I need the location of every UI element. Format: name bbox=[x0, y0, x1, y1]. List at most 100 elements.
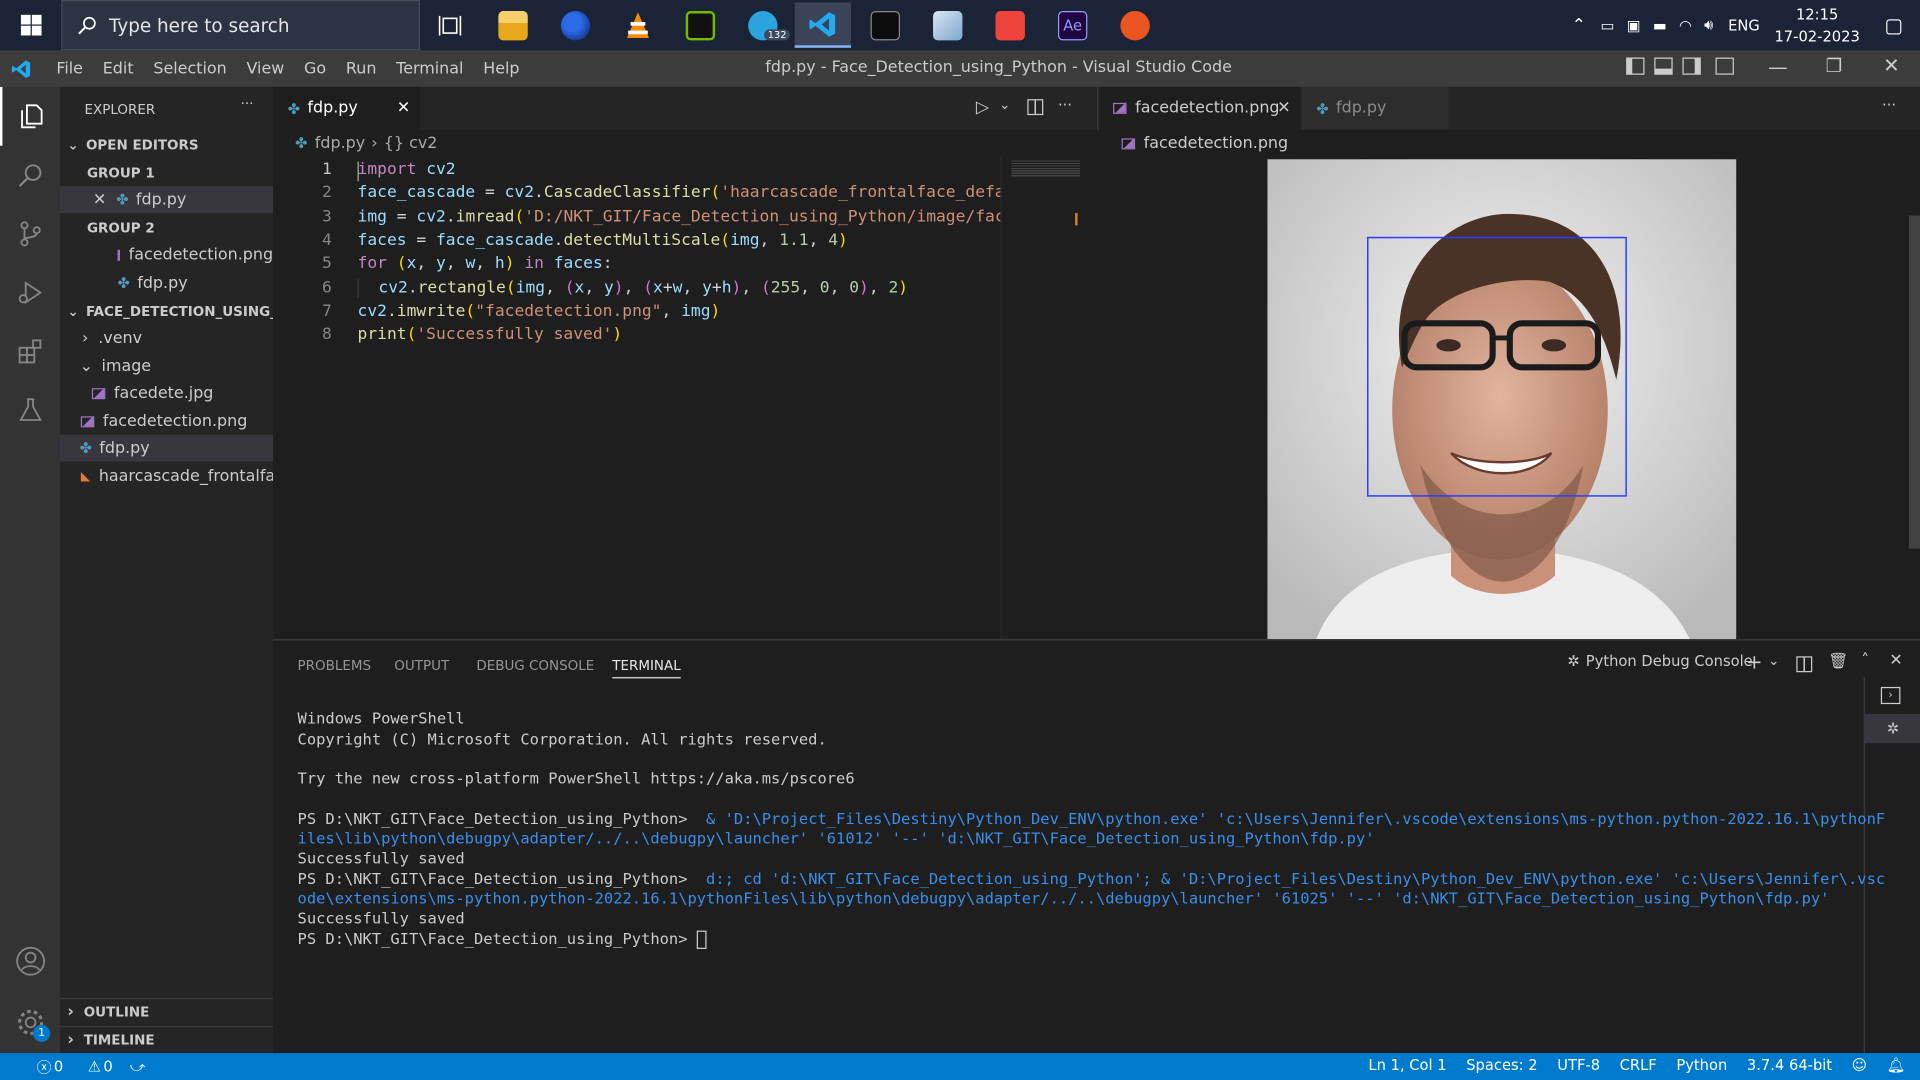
run-python-file-icon[interactable]: ▷ bbox=[976, 98, 989, 118]
menu-go[interactable]: Go bbox=[297, 59, 334, 77]
more-actions-icon[interactable]: ··· bbox=[241, 96, 254, 112]
taskbar-nvidia[interactable] bbox=[672, 2, 728, 47]
menu-file[interactable]: File bbox=[49, 59, 90, 77]
close-panel-icon[interactable]: ✕ bbox=[1889, 651, 1902, 669]
customize-layout-icon[interactable] bbox=[1715, 57, 1734, 75]
run-debug-button[interactable] bbox=[0, 263, 60, 322]
breadcrumb-symbol[interactable]: {} cv2 bbox=[384, 134, 438, 152]
timeline-section[interactable]: › TIMELINE bbox=[60, 1026, 274, 1053]
code-editor[interactable]: 1 2 3 4 5 6 7 8 import cv2 face_cascade … bbox=[273, 156, 1014, 640]
tree-folder-image[interactable]: ⌄ image bbox=[60, 353, 273, 380]
tab-facedetection-png[interactable]: facedetection.png ✕ bbox=[1098, 86, 1301, 130]
python-interpreter[interactable]: 3.7.4 64-bit bbox=[1747, 1057, 1832, 1074]
menu-terminal[interactable]: Terminal bbox=[389, 59, 471, 77]
extensions-button[interactable] bbox=[0, 322, 60, 381]
taskbar-search-box[interactable]: Type here to search bbox=[61, 0, 421, 51]
cursor-position[interactable]: Ln 1, Col 1 bbox=[1368, 1057, 1446, 1074]
battery-icon[interactable]: ▬ bbox=[1653, 17, 1667, 34]
split-terminal-icon[interactable] bbox=[1796, 656, 1813, 673]
panel-tab-debug-console[interactable]: DEBUG CONSOLE bbox=[476, 658, 594, 674]
toggle-primary-sidebar-icon[interactable] bbox=[1626, 57, 1645, 75]
bell-icon[interactable]: 🔔︎ bbox=[1887, 1057, 1906, 1074]
trash-icon[interactable]: 🗑︎ bbox=[1828, 653, 1848, 671]
volume-icon[interactable]: 🔊︎ bbox=[1704, 16, 1713, 34]
open-editor-fdp-py[interactable]: ✕ ✤ fdp.py bbox=[60, 186, 274, 214]
taskbar-vlc[interactable] bbox=[610, 2, 666, 47]
taskbar-after-effects[interactable]: Ae bbox=[1044, 2, 1100, 47]
chevron-down-icon[interactable]: ⌄ bbox=[999, 97, 1010, 113]
terminal-selector[interactable]: ✲ Python Debug Console bbox=[1567, 653, 1752, 670]
testing-button[interactable] bbox=[0, 381, 60, 440]
terminal-powershell-icon[interactable]: › bbox=[1880, 686, 1901, 705]
chevron-down-icon[interactable]: ⌄ bbox=[1768, 653, 1779, 669]
line-ending[interactable]: CRLF bbox=[1620, 1057, 1657, 1074]
indentation[interactable]: Spaces: 2 bbox=[1466, 1057, 1537, 1074]
menu-run[interactable]: Run bbox=[339, 59, 384, 77]
tree-file-fdp-py[interactable]: ✤ fdp.py bbox=[60, 434, 274, 462]
close-icon[interactable]: ✕ bbox=[93, 190, 106, 208]
taskbar-terminal[interactable] bbox=[857, 2, 913, 47]
open-editor-fdp-py-2[interactable]: ✤ fdp.py bbox=[60, 269, 273, 296]
search-view-button[interactable] bbox=[0, 146, 60, 205]
meet-now-icon[interactable]: ▭ bbox=[1601, 17, 1615, 34]
more-actions-icon[interactable]: ··· bbox=[1058, 97, 1072, 114]
taskbar-anydesk[interactable] bbox=[982, 2, 1038, 47]
feedback-icon[interactable]: ☺ bbox=[1852, 1057, 1867, 1074]
maximize-button[interactable]: ❐ bbox=[1826, 55, 1842, 77]
chevron-up-icon[interactable]: ⌃ bbox=[1572, 15, 1586, 35]
tab-fdp-py[interactable]: ✤ fdp.py ✕ bbox=[273, 86, 421, 130]
taskbar-file-explorer[interactable] bbox=[485, 2, 541, 47]
source-control-button[interactable] bbox=[0, 204, 60, 263]
manage-button[interactable]: 1 bbox=[0, 993, 60, 1052]
tree-file-facedete-jpg[interactable]: facedete.jpg bbox=[60, 380, 273, 407]
tab-fdp-py-2[interactable]: ✤ fdp.py bbox=[1301, 86, 1449, 130]
live-share-icon[interactable]: ⤻ bbox=[130, 1057, 146, 1075]
new-terminal-icon[interactable]: + bbox=[1746, 650, 1762, 673]
split-editor-icon[interactable] bbox=[1027, 99, 1044, 116]
taskbar-firefox[interactable] bbox=[547, 2, 603, 47]
taskbar-telegram[interactable]: 132 bbox=[735, 2, 791, 47]
menu-help[interactable]: Help bbox=[476, 59, 527, 77]
notification-icon[interactable]: ▢ bbox=[1884, 13, 1903, 36]
encoding[interactable]: UTF-8 bbox=[1557, 1057, 1600, 1074]
wifi-icon[interactable]: ◠ bbox=[1679, 17, 1692, 34]
project-folder-section[interactable]: ⌄ FACE_DETECTION_USING_... bbox=[60, 298, 273, 325]
problems-indicator[interactable]: ⓧ 0 ⚠ 0 bbox=[17, 1056, 113, 1077]
language-indicator[interactable]: ENG bbox=[1728, 17, 1760, 34]
tree-file-haarcascade[interactable]: ◣ haarcascade_frontalfa... bbox=[60, 463, 273, 490]
minimap[interactable] bbox=[1000, 156, 1096, 640]
accounts-button[interactable] bbox=[0, 932, 60, 991]
scrollbar[interactable] bbox=[1908, 215, 1920, 549]
open-editor-facedetection-png[interactable]: facedetection.png bbox=[60, 241, 273, 268]
menu-edit[interactable]: Edit bbox=[95, 59, 141, 77]
windows-start-button[interactable] bbox=[0, 0, 61, 50]
menu-view[interactable]: View bbox=[239, 59, 291, 77]
close-icon[interactable]: ✕ bbox=[1277, 99, 1290, 117]
panel-tab-output[interactable]: OUTPUT bbox=[394, 658, 449, 674]
close-window-button[interactable]: ✕ bbox=[1883, 54, 1899, 77]
display-icon[interactable]: ▣ bbox=[1627, 17, 1641, 34]
open-editors-section[interactable]: ⌄ OPEN EDITORS bbox=[60, 131, 273, 158]
terminal-output[interactable]: Windows PowerShell Copyright (C) Microsof… bbox=[298, 689, 1885, 988]
chevron-up-icon[interactable]: ˄ bbox=[1861, 651, 1869, 669]
task-view-button[interactable] bbox=[422, 2, 478, 47]
explorer-view-button[interactable] bbox=[0, 86, 60, 146]
panel-tab-problems[interactable]: PROBLEMS bbox=[298, 658, 372, 674]
tree-file-facedetection-png[interactable]: facedetection.png bbox=[60, 408, 273, 435]
language-mode[interactable]: Python bbox=[1676, 1057, 1727, 1074]
toggle-secondary-sidebar-icon[interactable] bbox=[1682, 57, 1701, 75]
outline-section[interactable]: › OUTLINE bbox=[60, 997, 274, 1025]
terminal-debug-entry[interactable]: ✲ bbox=[1864, 713, 1920, 744]
panel-tab-terminal[interactable]: TERMINAL bbox=[612, 658, 681, 679]
menu-selection[interactable]: Selection bbox=[146, 59, 234, 77]
toggle-panel-icon[interactable] bbox=[1654, 57, 1673, 75]
breadcrumb-file[interactable]: facedetection.png bbox=[1144, 134, 1288, 152]
clock[interactable]: 12:15 17-02-2023 bbox=[1774, 3, 1859, 47]
minimize-button[interactable]: — bbox=[1768, 55, 1788, 78]
taskbar-control-panel[interactable] bbox=[920, 2, 976, 47]
taskbar-ubuntu[interactable] bbox=[1107, 2, 1163, 47]
breadcrumb-file[interactable]: fdp.py bbox=[315, 134, 365, 152]
taskbar-vscode[interactable] bbox=[794, 2, 852, 48]
tree-folder-venv[interactable]: › .venv bbox=[60, 324, 273, 351]
close-icon[interactable]: ✕ bbox=[397, 99, 410, 117]
